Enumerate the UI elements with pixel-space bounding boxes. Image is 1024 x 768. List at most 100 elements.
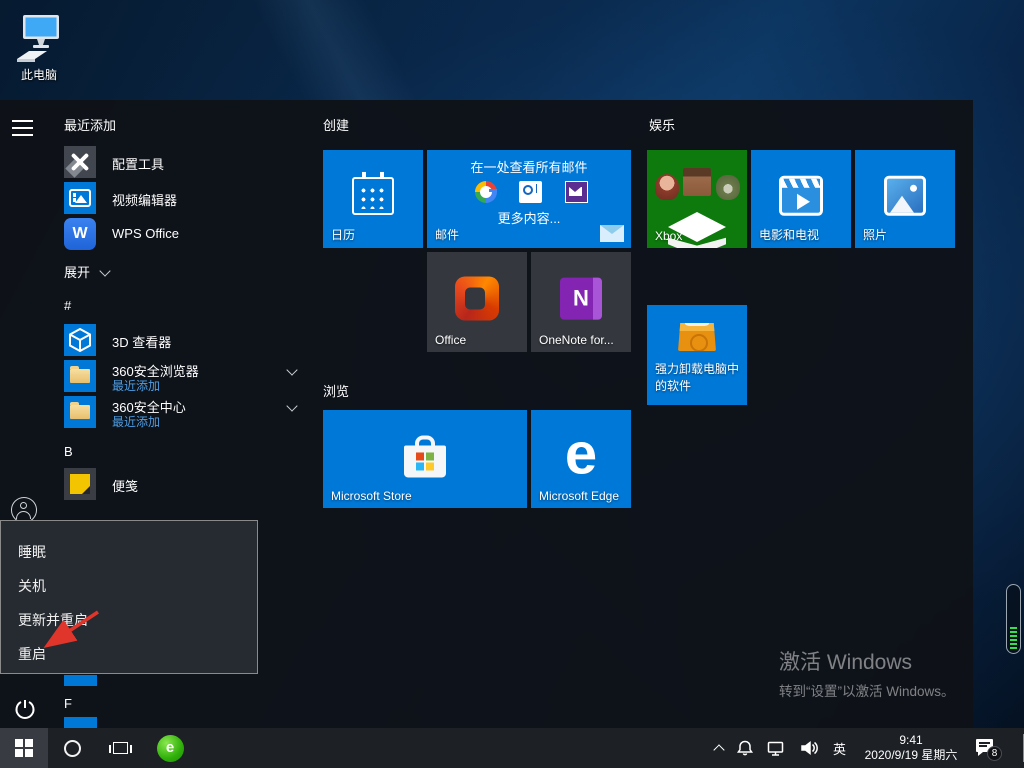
purple-mail-icon bbox=[565, 181, 588, 203]
this-pc-label: 此电脑 bbox=[20, 68, 57, 82]
desktop-icon-this-pc[interactable]: 此电脑 bbox=[6, 8, 72, 84]
tile-label: 照片 bbox=[863, 228, 888, 242]
app-label: 3D 查看器 bbox=[112, 335, 172, 350]
tile-movies-tv[interactable]: 电影和电视 bbox=[751, 150, 851, 248]
volume-icon[interactable] bbox=[800, 739, 820, 757]
tile-photos[interactable]: 照片 bbox=[855, 150, 955, 248]
taskbar: e 英 9:41 2020/9/19 星期六 8 bbox=[0, 728, 1024, 768]
chevron-down-icon[interactable] bbox=[286, 364, 298, 376]
group-header-browse: 浏览 bbox=[323, 384, 350, 399]
menu-item-sleep[interactable]: 睡眠 bbox=[18, 542, 46, 562]
tile-label: OneNote for... bbox=[539, 333, 614, 347]
tray-time: 9:41 bbox=[899, 733, 923, 747]
folder-icon bbox=[64, 360, 96, 392]
browser-360-button[interactable]: e bbox=[146, 728, 194, 768]
mail-promo-text: 在一处查看所有邮件 bbox=[470, 160, 588, 175]
app-item-360-center[interactable]: 360安全中心 最近添加 bbox=[64, 396, 298, 429]
start-button[interactable] bbox=[0, 728, 48, 768]
xbox-avatar-icon bbox=[655, 174, 679, 200]
app-item-360-browser[interactable]: 360安全浏览器 最近添加 bbox=[64, 360, 298, 393]
group-header-create: 创建 bbox=[323, 118, 350, 133]
letter-header-f[interactable]: F bbox=[64, 696, 72, 711]
app-label: WPS Office bbox=[112, 226, 179, 241]
tray-expand-button[interactable] bbox=[713, 742, 725, 756]
power-flyout-menu: 睡眠 关机 更新并重启 重启 bbox=[0, 520, 258, 674]
wps-office-icon: W bbox=[64, 218, 96, 250]
windows-logo-icon bbox=[15, 739, 33, 757]
app-item-config-tool[interactable]: 配置工具 bbox=[64, 146, 164, 178]
task-view-button[interactable] bbox=[96, 728, 144, 768]
chevron-up-icon bbox=[713, 744, 725, 756]
folder-icon bbox=[64, 396, 96, 428]
tile-uninstaller[interactable]: 强力卸载电脑中 的软件 bbox=[647, 305, 747, 405]
browser-360-icon: e bbox=[156, 734, 184, 762]
app-sub-label: 最近添加 bbox=[112, 415, 161, 429]
expand-control[interactable]: 展开 bbox=[64, 262, 111, 281]
system-tray: 英 9:41 2020/9/19 星期六 8 bbox=[713, 728, 1002, 768]
tile-microsoft-edge[interactable]: e Microsoft Edge bbox=[531, 410, 631, 508]
xbox-avatar-icon bbox=[716, 175, 740, 200]
uninstaller-box-icon bbox=[678, 323, 716, 351]
expand-label: 展开 bbox=[64, 265, 91, 280]
tile-office[interactable]: Office bbox=[427, 252, 527, 352]
tile-calendar[interactable]: 日历 bbox=[323, 150, 423, 248]
this-pc-icon bbox=[17, 15, 59, 62]
app-sub-label: 最近添加 bbox=[112, 379, 161, 393]
3d-viewer-icon bbox=[64, 324, 96, 356]
activation-watermark: 激活 Windows 转到“设置”以激活 Windows。 bbox=[779, 646, 955, 700]
network-icon[interactable] bbox=[767, 739, 787, 757]
app-label: 视频编辑器 bbox=[112, 193, 178, 208]
cortana-button[interactable] bbox=[48, 728, 96, 768]
store-icon bbox=[404, 433, 446, 478]
chevron-down-icon bbox=[98, 265, 111, 277]
app-item-sticky-notes[interactable]: 便笺 bbox=[64, 468, 138, 500]
mail-envelope-icon bbox=[600, 225, 624, 242]
tile-label: 强力卸载电脑中 的软件 bbox=[655, 362, 740, 393]
chevron-down-icon[interactable] bbox=[286, 400, 298, 412]
group-header-entertainment: 娱乐 bbox=[649, 118, 676, 133]
app-label: 配置工具 bbox=[112, 157, 165, 172]
calendar-icon bbox=[352, 171, 394, 215]
hamburger-menu-button[interactable] bbox=[12, 120, 36, 144]
sticky-note-icon bbox=[64, 468, 96, 500]
video-editor-icon bbox=[64, 182, 96, 214]
outlook-icon bbox=[519, 181, 542, 203]
tile-mail[interactable]: 在一处查看所有邮件 更多内容... 邮件 bbox=[427, 150, 631, 248]
edge-icon: e bbox=[564, 421, 598, 487]
power-button[interactable] bbox=[13, 697, 37, 721]
letter-header-hash[interactable]: # bbox=[64, 298, 71, 313]
hidden-app-tile-fragment bbox=[64, 717, 97, 728]
tile-label: 邮件 bbox=[435, 228, 460, 242]
app-item-video-editor[interactable]: 视频编辑器 bbox=[64, 182, 177, 214]
config-tool-icon bbox=[64, 146, 96, 178]
menu-item-update-restart[interactable]: 更新并重启 bbox=[18, 610, 88, 630]
tile-onenote[interactable]: N OneNote for... bbox=[531, 252, 631, 352]
tile-label: Microsoft Edge bbox=[539, 489, 620, 503]
letter-header-b[interactable]: B bbox=[64, 444, 73, 459]
action-center-button[interactable]: 8 bbox=[976, 738, 1002, 761]
cortana-icon bbox=[63, 739, 81, 757]
language-indicator[interactable]: 英 bbox=[833, 739, 846, 758]
menu-item-shutdown[interactable]: 关机 bbox=[18, 576, 46, 596]
edge-speed-gauge-widget[interactable] bbox=[1006, 584, 1021, 654]
office-icon bbox=[455, 276, 499, 321]
watermark-title: 激活 Windows bbox=[779, 651, 913, 674]
clock[interactable]: 9:41 2020/9/19 星期六 bbox=[859, 733, 963, 763]
tile-xbox[interactable]: Xbox bbox=[647, 150, 747, 248]
tile-label: Office bbox=[435, 333, 467, 347]
app-label: 便笺 bbox=[112, 479, 139, 494]
onenote-icon: N bbox=[560, 277, 602, 320]
task-view-icon bbox=[108, 742, 132, 754]
menu-item-restart[interactable]: 重启 bbox=[18, 644, 46, 664]
tile-label: 电影和电视 bbox=[759, 228, 820, 242]
app-item-3d-viewer[interactable]: 3D 查看器 bbox=[64, 324, 171, 356]
hidden-app-tile-fragment bbox=[64, 675, 97, 686]
watermark-subtitle: 转到“设置”以激活 Windows。 bbox=[779, 684, 955, 699]
notification-bell-icon[interactable] bbox=[736, 739, 754, 757]
tile-label: 日历 bbox=[331, 228, 356, 242]
tile-microsoft-store[interactable]: Microsoft Store bbox=[323, 410, 527, 508]
notification-badge: 8 bbox=[987, 746, 1002, 761]
movies-tv-icon bbox=[779, 175, 823, 216]
google-icon bbox=[475, 181, 497, 203]
xbox-avatar-icon bbox=[683, 168, 711, 196]
